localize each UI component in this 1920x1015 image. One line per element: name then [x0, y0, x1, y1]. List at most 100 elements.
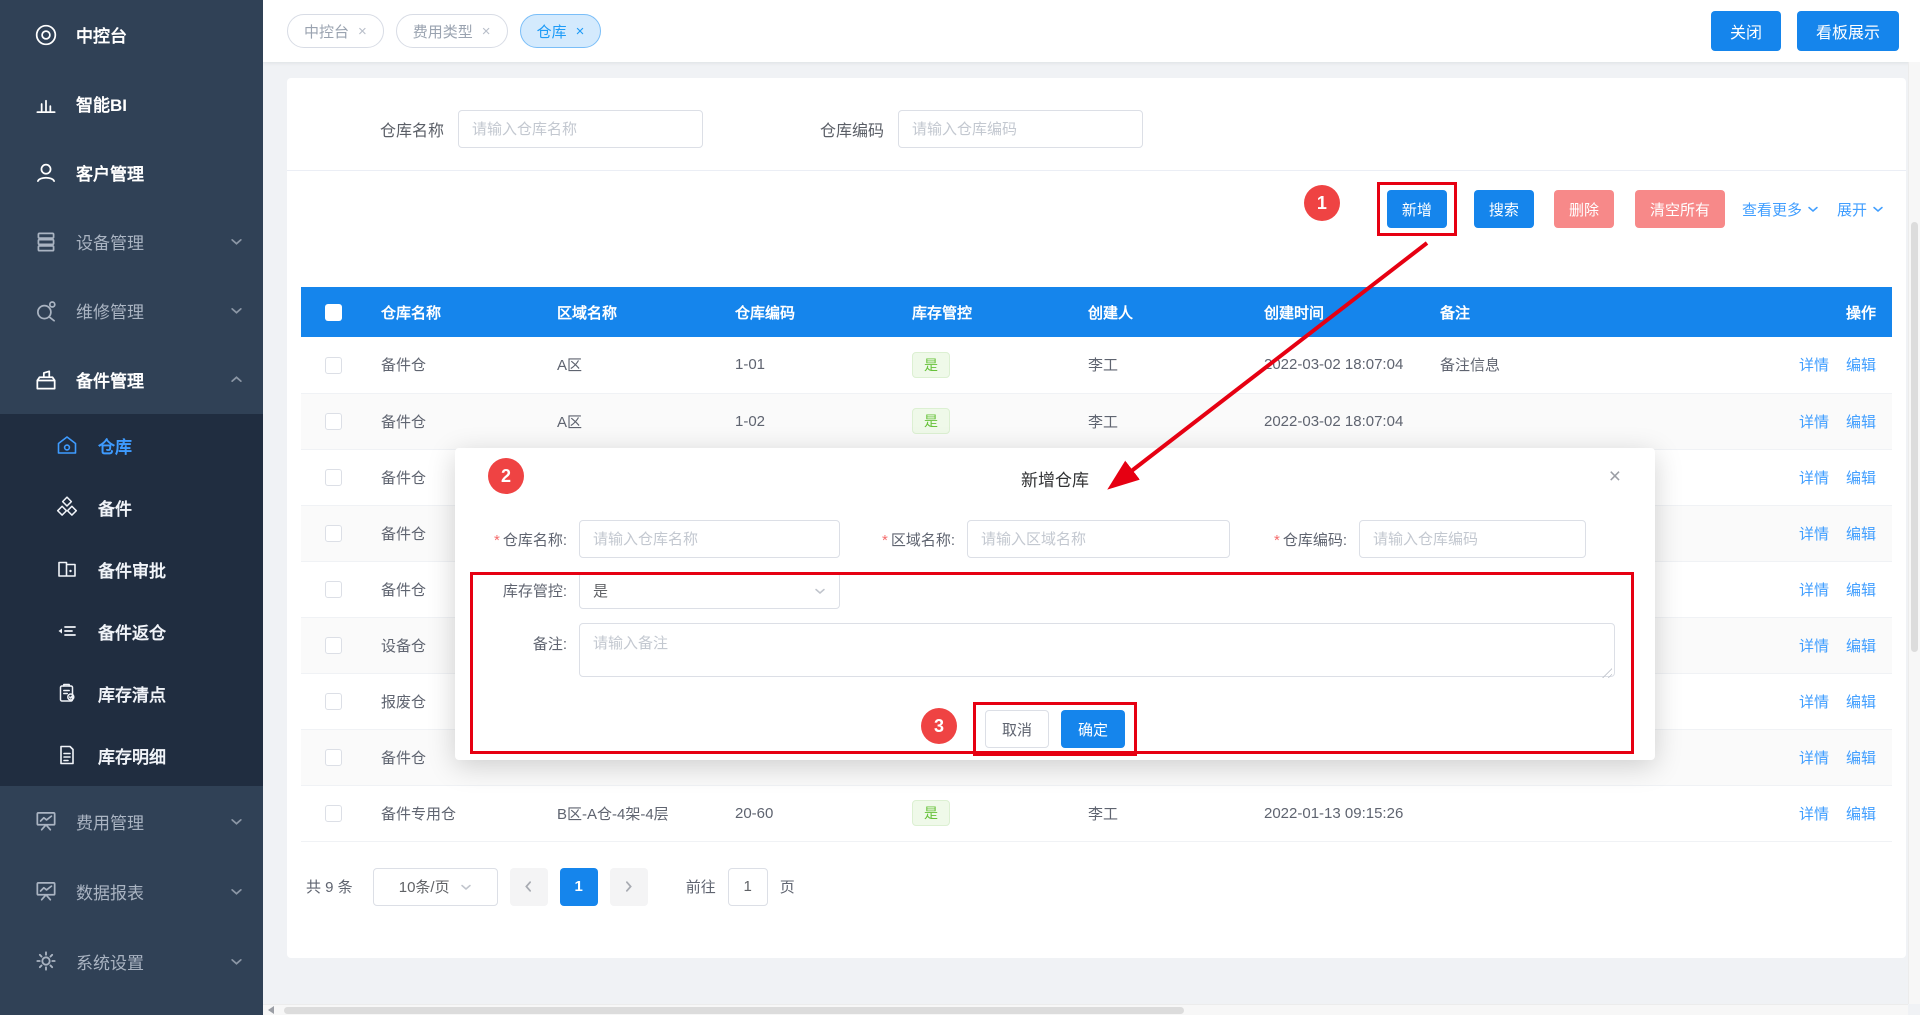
cell-creator: 李工	[1070, 785, 1246, 841]
warehouse-name-input[interactable]	[458, 110, 703, 148]
sidebar-item-customers[interactable]: 客户管理	[0, 138, 263, 207]
vertical-scrollbar[interactable]	[1908, 62, 1920, 1004]
page-size-select[interactable]: 10条/页	[373, 868, 498, 906]
row-checkbox[interactable]	[325, 693, 342, 710]
next-page-button[interactable]	[610, 868, 648, 906]
row-checkbox[interactable]	[325, 525, 342, 542]
folder-icon	[55, 557, 79, 581]
sidebar: 中控台 智能BI 客户管理 设备管理 维修管理 备件管理 仓库 备件 备件审批	[0, 0, 263, 1015]
sidebar-item-label: 备件审批	[98, 557, 166, 582]
table-row: 备件专用仓 B区-A仓-4架-4层 20-60 是 李工 2022-01-13 …	[301, 785, 1892, 841]
cell-control: 是	[894, 393, 1070, 449]
table-header-row: 仓库名称 区域名称 仓库编码 库存管控 创建人 创建时间 备注 操作	[301, 287, 1892, 337]
sidebar-item-parts-return[interactable]: 备件返仓	[0, 600, 263, 662]
pagination: 共 9 条 10条/页 1 前往 页	[306, 868, 1906, 906]
row-checkbox[interactable]	[325, 805, 342, 822]
warehouse-code-input[interactable]	[898, 110, 1143, 148]
edit-link[interactable]: 编辑	[1846, 470, 1876, 487]
edit-link[interactable]: 编辑	[1846, 806, 1876, 823]
detail-link[interactable]: 详情	[1799, 694, 1829, 711]
cell-region: A区	[539, 393, 717, 449]
sidebar-item-stock-detail[interactable]: 库存明细	[0, 724, 263, 786]
cell-control: 是	[894, 337, 1070, 393]
sidebar-item-repair[interactable]: 维修管理	[0, 276, 263, 345]
scroll-left-arrow-icon[interactable]	[268, 1006, 274, 1014]
delete-button[interactable]: 删除	[1554, 190, 1614, 228]
sidebar-item-console[interactable]: 中控台	[0, 0, 263, 69]
expand-link[interactable]: 展开	[1837, 199, 1884, 220]
close-icon[interactable]: ×	[1609, 466, 1621, 487]
sidebar-item-settings[interactable]: 系统设置	[0, 926, 263, 996]
page-number-current[interactable]: 1	[560, 868, 598, 906]
tab-close-icon[interactable]: ×	[358, 23, 367, 40]
warehouse-icon	[55, 433, 79, 457]
cell-region: B区-A仓-4架-4层	[539, 785, 717, 841]
tab-close-icon[interactable]: ×	[482, 23, 491, 40]
edit-link[interactable]: 编辑	[1846, 694, 1876, 711]
search-button[interactable]: 搜索	[1474, 190, 1534, 228]
sidebar-item-warehouse[interactable]: 仓库	[0, 414, 263, 476]
tab-warehouse[interactable]: 仓库 ×	[520, 14, 602, 48]
horizontal-scrollbar[interactable]	[263, 1004, 1908, 1015]
modal-warehouse-code-input[interactable]	[1359, 520, 1586, 558]
required-mark: *	[494, 532, 500, 549]
sidebar-item-label: 维修管理	[76, 298, 230, 323]
goto-page-input[interactable]	[728, 868, 768, 906]
edit-link[interactable]: 编辑	[1846, 414, 1876, 431]
detail-link[interactable]: 详情	[1799, 582, 1829, 599]
close-button[interactable]: 关闭	[1711, 11, 1781, 51]
modal-warehouse-name-input[interactable]	[579, 520, 840, 558]
sidebar-item-devices[interactable]: 设备管理	[0, 207, 263, 276]
edit-link[interactable]: 编辑	[1846, 582, 1876, 599]
sidebar-item-spare-parts[interactable]: 备件管理	[0, 345, 263, 414]
tab-close-icon[interactable]: ×	[576, 23, 585, 40]
detail-link[interactable]: 详情	[1799, 357, 1829, 374]
sidebar-item-parts-approval[interactable]: 备件审批	[0, 538, 263, 600]
row-checkbox[interactable]	[325, 749, 342, 766]
goto-unit: 页	[780, 876, 795, 897]
status-badge: 是	[912, 800, 950, 826]
edit-link[interactable]: 编辑	[1846, 750, 1876, 767]
row-checkbox[interactable]	[325, 581, 342, 598]
required-mark: *	[1274, 532, 1280, 549]
tab-expense-type[interactable]: 费用类型 ×	[396, 14, 508, 48]
cell-code: 20-60	[717, 785, 894, 841]
detail-link[interactable]: 详情	[1799, 470, 1829, 487]
edit-link[interactable]: 编辑	[1846, 638, 1876, 655]
presentation-icon	[33, 808, 59, 834]
header-remark: 备注	[1422, 287, 1704, 337]
prev-page-button[interactable]	[510, 868, 548, 906]
row-checkbox[interactable]	[325, 469, 342, 486]
detail-link[interactable]: 详情	[1799, 638, 1829, 655]
cell-remark: 备注信息	[1422, 337, 1704, 393]
horizontal-scrollbar-thumb[interactable]	[284, 1007, 1184, 1014]
detail-link[interactable]: 详情	[1799, 526, 1829, 543]
row-checkbox[interactable]	[325, 637, 342, 654]
tab-console[interactable]: 中控台 ×	[287, 14, 384, 48]
chevron-up-icon	[230, 373, 243, 386]
header-region: 区域名称	[539, 287, 717, 337]
select-all-checkbox[interactable]	[325, 304, 342, 321]
row-checkbox[interactable]	[325, 413, 342, 430]
sidebar-item-reports[interactable]: 数据报表	[0, 856, 263, 926]
edit-link[interactable]: 编辑	[1846, 357, 1876, 374]
detail-link[interactable]: 详情	[1799, 414, 1829, 431]
sidebar-item-expenses[interactable]: 费用管理	[0, 786, 263, 856]
view-more-link[interactable]: 查看更多	[1742, 199, 1819, 220]
goto-label: 前往	[686, 876, 716, 897]
sidebar-item-parts[interactable]: 备件	[0, 476, 263, 538]
vertical-scrollbar-thumb[interactable]	[1911, 222, 1918, 652]
board-display-button[interactable]: 看板展示	[1797, 11, 1899, 51]
total-count: 共 9 条	[306, 876, 353, 897]
tab-label: 仓库	[537, 21, 567, 42]
sidebar-item-stock-count[interactable]: 库存清点	[0, 662, 263, 724]
detail-link[interactable]: 详情	[1799, 750, 1829, 767]
edit-link[interactable]: 编辑	[1846, 526, 1876, 543]
detail-link[interactable]: 详情	[1799, 806, 1829, 823]
indent-left-icon	[55, 619, 79, 643]
clear-all-button[interactable]: 清空所有	[1635, 190, 1725, 228]
sidebar-item-bi[interactable]: 智能BI	[0, 69, 263, 138]
row-checkbox[interactable]	[325, 357, 342, 374]
modal-region-name-input[interactable]	[967, 520, 1230, 558]
chevron-down-icon	[230, 955, 243, 968]
